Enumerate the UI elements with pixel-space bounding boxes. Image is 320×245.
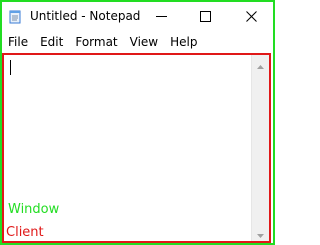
maximize-icon (199, 7, 211, 26)
chevron-down-icon (257, 223, 264, 242)
notepad-icon[interactable] (8, 9, 22, 24)
text-caret (10, 60, 11, 75)
menu-view[interactable]: View (124, 32, 164, 52)
scroll-down-button[interactable] (252, 224, 269, 241)
minimize-button[interactable] (139, 2, 183, 30)
menu-format[interactable]: Format (69, 32, 123, 52)
menu-help[interactable]: Help (164, 32, 203, 52)
maximize-button[interactable] (183, 2, 227, 30)
chevron-up-icon (257, 54, 264, 73)
window-title: Untitled - Notepad (30, 9, 141, 23)
vertical-scrollbar[interactable] (251, 55, 269, 241)
menu-edit[interactable]: Edit (34, 32, 69, 52)
window-annotation-label: Window (8, 202, 60, 217)
menu-bar: File Edit Format View Help (2, 32, 273, 52)
scroll-up-button[interactable] (252, 55, 269, 72)
menu-file[interactable]: File (2, 32, 34, 52)
title-bar[interactable]: Untitled - Notepad (2, 2, 273, 30)
close-button[interactable] (229, 2, 273, 30)
notepad-window: Untitled - Notepad File Edit Format View… (0, 0, 275, 245)
client-annotation-label: Client (6, 225, 44, 240)
close-icon (245, 7, 257, 26)
minimize-icon (155, 7, 167, 26)
